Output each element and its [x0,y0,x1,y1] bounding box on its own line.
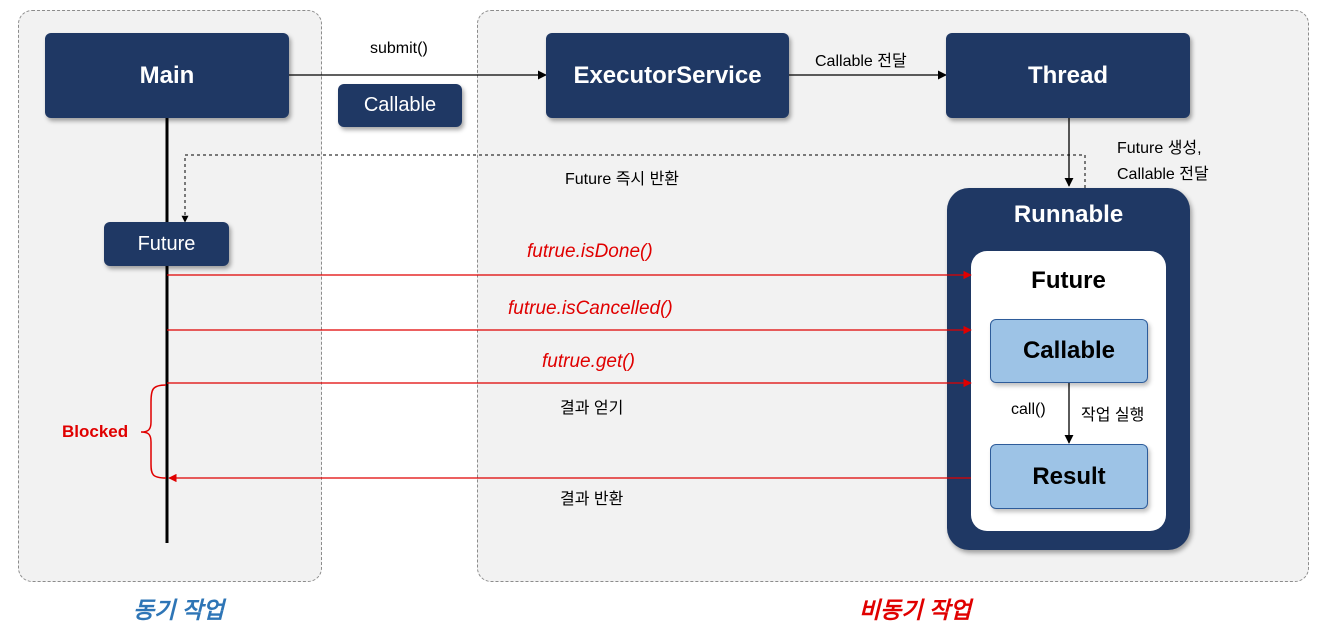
result-box: Result [990,444,1148,509]
run-task-label: 작업 실행 [1081,407,1145,424]
return-result-label: 결과 반환 [560,491,624,508]
future-create-label-1: Future 생성, [1117,140,1202,157]
blocked-brace [140,384,167,479]
future-box: Future [104,222,229,266]
callable-param-box: Callable [338,84,462,127]
get-label: futrue.get() [542,351,635,372]
future-create-label-2: Callable 전달 [1117,166,1209,183]
executor-service-box: ExecutorService [546,33,789,118]
isdone-label: futrue.isDone() [527,241,653,262]
sync-caption: 동기 작업 [133,597,225,623]
get-result-label: 결과 얻기 [560,400,624,417]
async-caption: 비동기 작업 [859,597,972,623]
thread-box: Thread [946,33,1190,118]
submit-label: submit() [370,40,428,57]
future-label: Future [1031,267,1106,294]
call-label: call() [1011,401,1046,418]
main-box: Main [45,33,289,118]
future-return-label: Future 즉시 반환 [565,171,680,188]
callable-box: Callable [990,319,1148,383]
blocked-label: Blocked [62,422,129,441]
callable-pass-label: Callable 전달 [815,53,907,70]
iscancelled-label: futrue.isCancelled() [508,298,673,319]
runnable-label: Runnable [1013,201,1124,228]
